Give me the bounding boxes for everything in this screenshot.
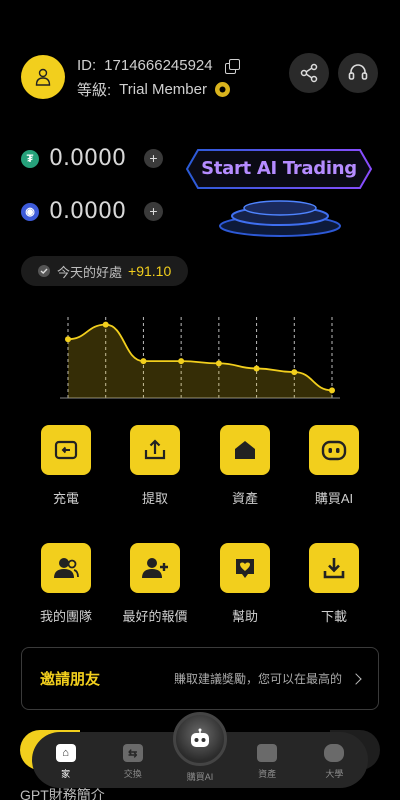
- grid-item-download[interactable]: 下載: [289, 543, 379, 625]
- invite-title: 邀請朋友: [40, 671, 101, 688]
- nav-item-assets[interactable]: 資產: [237, 744, 297, 780]
- grid-item-deposit[interactable]: 充電: [21, 425, 111, 507]
- balance-value: 0.0000: [49, 146, 126, 171]
- invite-description: 賺取建議獎勵，您可以在最高的: [173, 672, 342, 686]
- balance-value: 0.0000: [49, 199, 126, 224]
- nav-item-buy-ai[interactable]: [173, 712, 227, 766]
- grid-label: 充電: [52, 491, 79, 506]
- grid-label: 下載: [320, 609, 347, 624]
- start-ai-trading-button[interactable]: Start AI Trading: [186, 149, 372, 189]
- start-ai-trading-label: Start AI Trading: [201, 158, 357, 179]
- user-id-line: ID: 1714666245924: [77, 57, 240, 74]
- download-icon: [309, 543, 359, 593]
- nav-label: 資產: [258, 769, 277, 779]
- assets-icon: [220, 425, 270, 475]
- grid-item-my-team[interactable]: 我的團隊: [21, 543, 111, 625]
- deposit-icon: [41, 425, 91, 475]
- earnings-chart: [60, 317, 340, 399]
- chart-point: [329, 387, 335, 394]
- chat-icon: [324, 744, 345, 762]
- home-icon: ⌂: [55, 744, 76, 762]
- grid-item-assets[interactable]: 資產: [200, 425, 290, 507]
- team-icon: [41, 543, 91, 593]
- user-level-line: 等級: Trial Member: [77, 79, 230, 100]
- user-icon: [35, 68, 51, 86]
- nav-label: 購買AI: [186, 772, 214, 782]
- chart-point: [65, 336, 71, 343]
- grid-item-withdraw[interactable]: 提取: [110, 425, 200, 507]
- id-value: 1714666245924: [104, 57, 213, 74]
- level-label: 等級:: [77, 82, 112, 99]
- robot-icon: [191, 728, 209, 747]
- chart-point: [253, 365, 260, 372]
- nav-label: 家: [61, 769, 71, 779]
- tether-icon: ₮: [21, 149, 39, 168]
- nav-label: 大學: [325, 769, 344, 779]
- withdraw-icon: [130, 425, 180, 475]
- chart-point: [291, 369, 298, 376]
- nav-label: 交換: [123, 769, 142, 779]
- grid-label: 最好的報價: [122, 609, 188, 624]
- balance-row-coin: ◉ 0.0000 +: [21, 199, 163, 224]
- nav-item-university[interactable]: 大學: [304, 744, 364, 780]
- help-icon: [220, 543, 270, 593]
- wallet-icon: [257, 744, 278, 762]
- earnings-label: 今天的好處: [57, 264, 123, 280]
- invite-friends-card[interactable]: 邀請朋友 賺取建議獎勵，您可以在最高的: [21, 647, 379, 710]
- grid-label: 幫助: [231, 609, 258, 624]
- share-button[interactable]: [289, 53, 329, 93]
- copy-icon[interactable]: [224, 58, 240, 74]
- grid-item-best-offer[interactable]: 最好的報價: [110, 543, 200, 625]
- level-badge-icon: [214, 82, 230, 97]
- nav-item-home[interactable]: ⌂ 家: [36, 744, 96, 780]
- grid-label: 我的團隊: [39, 609, 92, 624]
- balance-row-usdt: ₮ 0.0000 +: [21, 146, 163, 171]
- chart-point: [102, 321, 109, 328]
- chart-point: [140, 358, 147, 365]
- coin-icon: ◉: [21, 202, 39, 221]
- chevron-right-icon: [350, 672, 362, 685]
- grid-item-buy-ai[interactable]: 購買AI: [289, 425, 379, 507]
- share-icon: [300, 63, 318, 83]
- add-user-icon: [130, 543, 180, 593]
- exchange-icon: ⇆: [122, 744, 143, 762]
- avatar[interactable]: [21, 55, 65, 99]
- ai-platform-graphic: [219, 200, 341, 237]
- robot-icon: [309, 425, 359, 475]
- add-balance-button[interactable]: +: [143, 149, 163, 168]
- headset-icon: [348, 64, 368, 80]
- id-label: ID:: [77, 57, 97, 74]
- level-value: Trial Member: [119, 81, 207, 98]
- chart-area: [68, 324, 332, 398]
- grid-item-help[interactable]: 幫助: [200, 543, 290, 625]
- grid-label: 購買AI: [314, 491, 354, 506]
- nav-item-exchange[interactable]: ⇆ 交換: [103, 744, 163, 780]
- support-button[interactable]: [338, 53, 378, 93]
- earnings-value: +91.10: [128, 263, 172, 279]
- chart-point: [215, 360, 222, 367]
- grid-label: 提取: [141, 491, 168, 506]
- today-earnings-pill: 今天的好處 +91.10: [21, 256, 188, 286]
- chart-point: [178, 358, 185, 365]
- verified-icon: [38, 265, 50, 277]
- grid-label: 資產: [231, 491, 258, 506]
- add-balance-button[interactable]: +: [143, 202, 163, 221]
